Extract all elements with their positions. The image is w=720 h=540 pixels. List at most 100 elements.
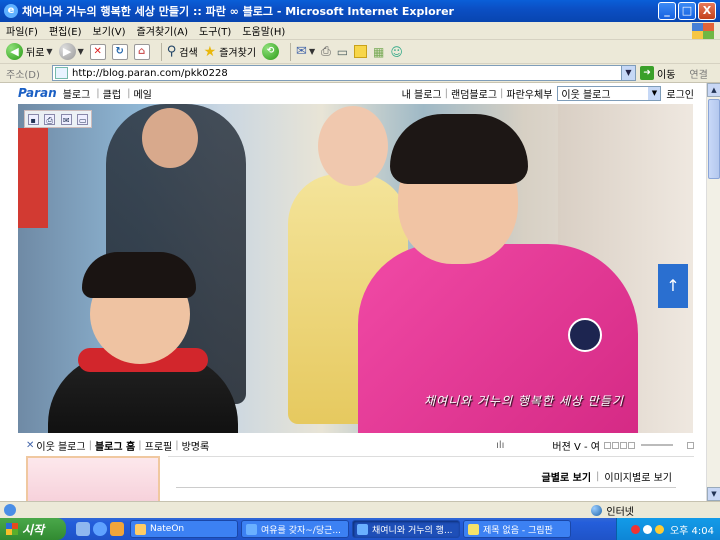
blue-sign: ↑ [658,264,688,308]
link-neighbor-blog[interactable]: 이웃 블로그 [36,438,85,453]
tray-icon[interactable] [642,524,652,534]
player-settings-control[interactable] [687,441,694,449]
paran-logo[interactable]: Paran [18,86,57,100]
image-view-link[interactable]: 이미지별로 보기 [604,469,672,484]
messenger-button[interactable]: ☺ [390,45,403,59]
address-url[interactable]: http://blog.paran.com/pkk0228 [72,68,621,79]
mail-button[interactable]: ✉ ▼ [296,44,315,59]
address-bar: 주소(D) http://blog.paran.com/pkk0228 ▼ ➜ … [0,64,720,83]
chevron-down-icon[interactable]: ▼ [621,66,635,80]
player-next-control[interactable] [628,441,635,449]
divider: | [444,87,449,99]
paran-link-mail[interactable]: 메일 [133,86,151,101]
player-prev-control[interactable] [604,441,611,449]
task-paint[interactable]: 제목 없음 - 그림판 [463,520,571,538]
task-nateon[interactable]: NateOn [130,520,238,538]
maximize-button[interactable]: □ [678,2,696,20]
save-icon[interactable]: ▪ [27,113,39,125]
paran-link-club[interactable]: 클럽 [103,86,121,101]
link-random-blog[interactable]: 랜덤블로그 [451,86,497,101]
back-button[interactable]: ◀ 뒤로 ▼ [6,43,53,60]
chevron-down-icon: ▼ [46,47,53,56]
taskbar: 시작 NateOn 여유를 갖자~/당근... 채여니와 거누의 행... 제목… [0,518,720,540]
favorites-button[interactable]: ★ 즐겨찾기 [204,44,256,60]
system-tray: 오후 4:04 [616,518,720,540]
book-icon: ▦ [373,44,385,59]
text-view-link[interactable]: 글별로 보기 [542,469,591,484]
divider: | [96,87,100,99]
task-browser-2[interactable]: 채여니와 거누의 행... [352,520,460,538]
history-button[interactable]: ⟲ [262,43,280,60]
player-play-control[interactable] [612,441,619,449]
security-zone: 인터넷 [591,503,634,518]
home-button[interactable]: ⌂ [133,43,150,60]
print-icon[interactable]: ⎙ [44,113,56,125]
go-label: 이동 [657,69,676,81]
menu-file[interactable]: 파일(F) [6,23,38,38]
address-input[interactable]: http://blog.paran.com/pkk0228 ▼ [52,65,636,81]
media-icon[interactable] [110,522,124,536]
task-label: NateOn [150,524,185,534]
mail-icon[interactable]: ✉ [60,113,72,125]
divider: | [596,471,600,482]
boy-hair [82,252,196,298]
link-guestbook[interactable]: 방명록 [182,438,210,453]
scroll-down-icon[interactable]: ▼ [707,487,720,501]
close-button[interactable]: X [698,2,716,20]
forward-button[interactable]: ▶ ▼ [58,43,84,60]
refresh-button[interactable]: ↻ [111,43,128,60]
scroll-thumb[interactable] [708,99,720,179]
blog-header-photo: ↑ ▪ ⎙ ✉ ▭ 채여니와 거누의 행복한 세상 만들기 [18,104,693,433]
go-button[interactable]: ➜ 이동 [640,66,675,81]
profile-thumbnail[interactable] [26,456,160,501]
vertical-scrollbar[interactable]: ▲ ▼ [706,83,720,501]
stop-button[interactable]: ✕ [89,43,106,60]
links-button[interactable]: 연결 [689,66,707,81]
paran-link-blog[interactable]: 블로그 [63,86,91,101]
player-stop-control[interactable] [620,441,627,449]
girl-hair [390,114,528,184]
tray-icon[interactable] [630,524,640,534]
link-blog-home[interactable]: 블로그 홈 [95,438,135,453]
ie-quick-icon[interactable] [93,522,107,536]
menu-tools[interactable]: 도구(T) [199,23,231,38]
folder-icon[interactable]: ▭ [77,113,89,125]
clock[interactable]: 오후 4:04 [670,522,714,537]
start-button[interactable]: 시작 [0,518,66,540]
task-label: 제목 없음 - 그림판 [483,525,553,536]
start-label: 시작 [22,522,45,537]
link-my-blog[interactable]: 내 블로그 [402,86,442,101]
select-value: 이웃 블로그 [561,89,611,101]
back-label: 뒤로 [26,48,45,59]
divider: | [138,439,142,451]
link-paran-mailman[interactable]: 파란우체부 [506,86,552,101]
search-button[interactable]: ⚲ 검색 [167,44,198,59]
home-icon: ⌂ [133,43,150,60]
title-bar[interactable]: e 채여니와 거누의 행복한 세상 만들기 :: 파란 ∞ 블로그 - Micr… [0,0,720,22]
hero-caption: 채여니와 거누의 행복한 세상 만들기 [424,394,624,408]
minimize-button[interactable]: _ [658,2,676,20]
edit-button[interactable]: ▭ [337,45,348,59]
menu-help[interactable]: 도움말(H) [242,23,285,38]
volume-slider[interactable] [641,444,673,446]
tray-icon[interactable] [654,524,664,534]
link-profile[interactable]: 프로필 [145,438,173,453]
favorites-label: 즐겨찾기 [219,48,257,59]
menu-view[interactable]: 보기(V) [93,23,126,38]
menu-edit[interactable]: 편집(E) [49,23,82,38]
audio-icon: ılı [496,439,505,451]
edit-icon: ▭ [336,44,349,59]
task-browser-1[interactable]: 여유를 갖자~/당근... [241,520,349,538]
scroll-up-icon[interactable]: ▲ [707,83,720,97]
ie-icon [246,523,257,535]
login-link[interactable]: 로그인 [666,86,694,101]
task-label: 여유를 갖자~/당근... [261,525,341,536]
version-label: 버젼 V - 여 [552,441,600,453]
menu-favorites[interactable]: 즐겨찾기(A) [137,23,188,38]
research-button[interactable]: ▦ [373,45,384,59]
desktop-icon[interactable] [76,522,90,536]
print-button[interactable]: ⎙ [321,44,331,59]
discuss-button[interactable] [354,45,368,58]
zone-label: 인터넷 [606,506,634,518]
neighbor-blog-select[interactable]: 이웃 블로그 ▼ [557,85,662,101]
